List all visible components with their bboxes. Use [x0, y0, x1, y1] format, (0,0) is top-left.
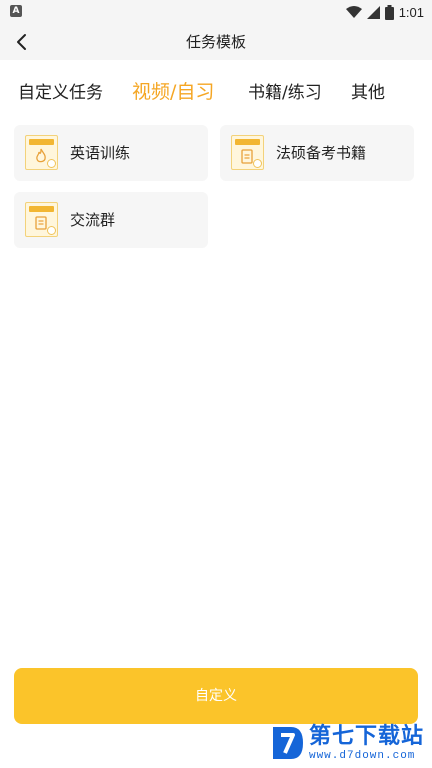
template-label: 法硕备考书籍 [276, 144, 367, 162]
notes-icon [25, 202, 58, 237]
flame-note-icon [25, 135, 58, 170]
tab-other[interactable]: 其他 [351, 78, 385, 103]
status-right: 1:01 [345, 3, 424, 21]
template-label: 交流群 [70, 211, 116, 229]
clipboard-note-icon [231, 135, 264, 170]
template-label: 英语训练 [70, 144, 131, 162]
status-bar: A 1:01 [0, 0, 432, 24]
status-time: 1:01 [398, 4, 424, 20]
category-tabs: 自定义任务 视频/自习 书籍/练习 其他 [0, 68, 432, 114]
d7-logo-icon [272, 727, 303, 759]
template-card-chat-group[interactable]: 交流群 [14, 192, 208, 248]
wifi-icon [345, 5, 362, 18]
watermark-url: www.d7down.com [308, 750, 416, 762]
notification-app-icon: A [10, 5, 22, 17]
battery-icon [384, 4, 394, 20]
template-card-english[interactable]: 英语训练 [14, 125, 208, 181]
tab-custom-task[interactable]: 自定义任务 [18, 78, 103, 103]
watermark-title: 第七下载站 [308, 724, 424, 749]
watermark: 第七下载站 www.d7down.com [269, 720, 424, 766]
signal-icon [366, 5, 380, 19]
template-card-law-books[interactable]: 法硕备考书籍 [220, 125, 414, 181]
page-title: 任务模板 [185, 33, 246, 51]
custom-button[interactable]: 自定义 [14, 668, 418, 724]
tab-video-study[interactable]: 视频/自习 [132, 77, 214, 104]
header: 任务模板 [0, 24, 432, 60]
tab-books-practice[interactable]: 书籍/练习 [248, 78, 322, 103]
